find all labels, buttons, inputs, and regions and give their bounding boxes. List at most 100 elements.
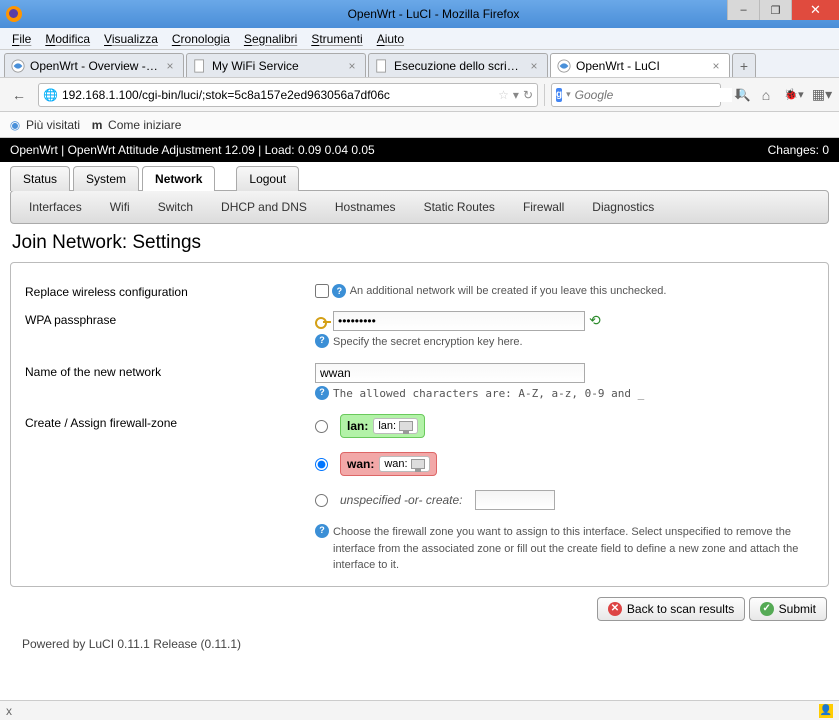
key-icon [315, 315, 331, 329]
bookmark-bar: ◉ Più visitati m Come iniziare [0, 112, 839, 138]
zone-radio-unspecified[interactable] [315, 494, 328, 507]
tab-close-icon[interactable]: × [709, 59, 723, 73]
window-title: OpenWrt - LuCI - Mozilla Firefox [28, 7, 839, 21]
tab-openwrt-luci[interactable]: OpenWrt - LuCI × [550, 53, 730, 77]
submit-button-label: Submit [779, 602, 816, 616]
download-icon[interactable]: ⬇ [727, 86, 749, 103]
subtab-static-routes[interactable]: Static Routes [410, 197, 509, 217]
browser-status-bar: x 👤 [0, 700, 839, 720]
most-visited-icon: ◉ [8, 118, 22, 132]
close-button[interactable]: ✕ [791, 0, 839, 20]
owrt-changes[interactable]: Changes: 0 [768, 143, 829, 157]
maximize-button[interactable]: ❐ [759, 0, 791, 20]
google-icon: g [556, 88, 562, 102]
zone-label: Create / Assign firewall-zone [25, 414, 315, 430]
replace-label: Replace wireless configuration [25, 283, 315, 299]
netname-help: The allowed characters are: A-Z, a-z, 0-… [333, 386, 644, 403]
page-icon [193, 59, 207, 73]
openwrt-icon [557, 59, 571, 73]
subtab-hostnames[interactable]: Hostnames [321, 197, 410, 217]
tab-label: My WiFi Service [212, 59, 340, 73]
user-icon[interactable]: 👤 [819, 704, 833, 718]
subtab-firewall[interactable]: Firewall [509, 197, 578, 217]
tab-wifi-service[interactable]: My WiFi Service × [186, 53, 366, 77]
dropdown-icon[interactable]: ▾ [513, 88, 519, 102]
zone-box-lan[interactable]: lan: lan: [340, 414, 425, 438]
tab-label: Esecuzione dello script di c... [394, 59, 522, 73]
zone-name-lan: lan: [347, 419, 368, 433]
subtab-wifi[interactable]: Wifi [96, 197, 144, 217]
menu-cronologia[interactable]: Cronologia [166, 30, 236, 48]
statusbar-x[interactable]: x [6, 704, 12, 718]
url-input[interactable] [62, 88, 494, 102]
passphrase-label: WPA passphrase [25, 311, 315, 327]
help-icon: ? [315, 524, 329, 538]
submit-button[interactable]: ✓ Submit [749, 597, 827, 621]
bookmark-star-icon[interactable]: ☆ [498, 88, 509, 102]
mozilla-icon: m [90, 118, 104, 132]
url-bar[interactable]: 🌐 ☆ ▾ ↻ [38, 83, 538, 107]
openwrt-status-bar: OpenWrt | OpenWrt Attitude Adjustment 12… [0, 138, 839, 162]
bookmark-most-visited[interactable]: ◉ Più visitati [8, 118, 80, 132]
subtab-diagnostics[interactable]: Diagnostics [578, 197, 668, 217]
tab-overview[interactable]: OpenWrt - Overview - LuCI × [4, 53, 184, 77]
menu-visualizza[interactable]: Visualizza [98, 30, 164, 48]
globe-icon: 🌐 [43, 88, 58, 102]
tab-groups-icon[interactable]: ▦▾ [811, 86, 833, 103]
nav-toolbar: ← 🌐 ☆ ▾ ↻ g ▾ 🔍 ⬇ ⌂ 🐞▾ ▦▾ [0, 78, 839, 112]
search-box[interactable]: g ▾ 🔍 [551, 83, 721, 107]
tab-logout[interactable]: Logout [236, 166, 299, 191]
back-button[interactable]: ← [6, 82, 32, 108]
subtab-switch[interactable]: Switch [144, 197, 207, 217]
tab-close-icon[interactable]: × [163, 59, 177, 73]
zone-create-input[interactable] [475, 490, 555, 510]
menu-modifica[interactable]: Modifica [39, 30, 96, 48]
home-icon[interactable]: ⌂ [755, 87, 777, 103]
zone-radio-wan[interactable] [315, 458, 328, 471]
zone-radio-lan[interactable] [315, 420, 328, 433]
interface-icon [399, 421, 413, 431]
subtab-dhcp[interactable]: DHCP and DNS [207, 197, 321, 217]
passphrase-input[interactable] [333, 311, 585, 331]
toggle-visibility-icon[interactable]: ⟲ [589, 312, 601, 328]
tab-script[interactable]: Esecuzione dello script di c... × [368, 53, 548, 77]
netname-input[interactable] [315, 363, 585, 383]
help-icon: ? [332, 284, 346, 298]
page-title: Join Network: Settings [10, 224, 829, 258]
bookmark-getting-started[interactable]: m Come iniziare [90, 118, 181, 132]
help-icon: ? [315, 386, 329, 400]
settings-fieldset: Replace wireless configuration ? An addi… [10, 262, 829, 587]
menu-file[interactable]: File [6, 30, 37, 48]
passphrase-help: Specify the secret encryption key here. [333, 334, 523, 351]
subtab-interfaces[interactable]: Interfaces [15, 197, 96, 217]
help-icon: ? [315, 334, 329, 348]
minimize-button[interactable]: – [727, 0, 759, 20]
zone-help: Choose the firewall zone you want to ass… [333, 524, 814, 574]
tab-status[interactable]: Status [10, 166, 70, 191]
tab-network[interactable]: Network [142, 166, 215, 191]
menu-strumenti[interactable]: Strumenti [305, 30, 368, 48]
back-to-scan-button[interactable]: ✕ Back to scan results [597, 597, 745, 621]
bug-icon[interactable]: 🐞▾ [783, 88, 805, 101]
menu-bar: File Modifica Visualizza Cronologia Segn… [0, 28, 839, 50]
netname-label: Name of the new network [25, 363, 315, 379]
button-row: ✕ Back to scan results ✓ Submit [10, 587, 829, 631]
firefox-icon [6, 6, 22, 22]
tab-close-icon[interactable]: × [345, 59, 359, 73]
menu-aiuto[interactable]: Aiuto [371, 30, 410, 48]
sub-menu: Interfaces Wifi Switch DHCP and DNS Host… [10, 190, 829, 224]
tab-system[interactable]: System [73, 166, 139, 191]
dropdown-icon[interactable]: ▾ [566, 89, 571, 100]
zone-unspecified-label: unspecified -or- create: [340, 493, 463, 507]
check-icon: ✓ [760, 602, 774, 616]
search-input[interactable] [575, 88, 732, 102]
menu-segnalibri[interactable]: Segnalibri [238, 30, 303, 48]
zone-box-wan[interactable]: wan: wan: [340, 452, 437, 476]
reload-icon[interactable]: ↻ [523, 88, 533, 102]
back-button-label: Back to scan results [627, 602, 734, 616]
bookmark-label: Più visitati [26, 118, 80, 132]
new-tab-button[interactable]: + [732, 53, 756, 77]
main-tabs: Status System Network Logout [10, 162, 829, 191]
tab-close-icon[interactable]: × [527, 59, 541, 73]
replace-checkbox[interactable] [315, 284, 329, 298]
